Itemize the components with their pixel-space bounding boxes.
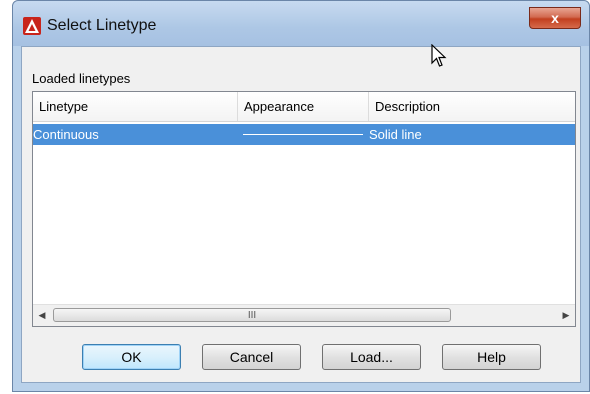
horizontal-scrollbar[interactable]: ◀ III ▶	[33, 304, 575, 326]
cancel-button[interactable]: Cancel	[202, 344, 301, 370]
scroll-thumb[interactable]: III	[53, 308, 451, 322]
load-button[interactable]: Load...	[322, 344, 421, 370]
loaded-linetypes-label: Loaded linetypes	[32, 71, 131, 86]
linetype-list[interactable]: Linetype Appearance Description Continuo…	[32, 91, 576, 327]
list-header: Linetype Appearance Description	[33, 92, 575, 122]
table-row[interactable]: Continuous Solid line	[33, 124, 575, 145]
linetype-description: Solid line	[369, 127, 422, 142]
column-header-linetype[interactable]: Linetype	[33, 92, 238, 121]
linetype-name: Continuous	[33, 127, 99, 142]
select-linetype-dialog: Select Linetype x Loaded linetypes Linet…	[12, 0, 590, 392]
column-header-appearance[interactable]: Appearance	[238, 92, 369, 121]
scroll-grip-icon: III	[247, 310, 257, 321]
scroll-right-arrow-icon[interactable]: ▶	[557, 305, 575, 326]
ok-button[interactable]: OK	[82, 344, 181, 370]
scroll-left-arrow-icon[interactable]: ◀	[33, 305, 51, 326]
close-button[interactable]: x	[529, 7, 581, 29]
help-button[interactable]: Help	[442, 344, 541, 370]
title-bar[interactable]: Select Linetype x	[13, 1, 589, 46]
mouse-pointer-icon	[431, 43, 447, 68]
window-title: Select Linetype	[47, 17, 157, 34]
appearance-line-sample	[243, 134, 363, 135]
autocad-logo-icon	[23, 17, 41, 35]
column-header-description[interactable]: Description	[369, 92, 575, 121]
dialog-body: Loaded linetypes Linetype Appearance Des…	[21, 46, 581, 383]
close-icon: x	[551, 10, 559, 26]
